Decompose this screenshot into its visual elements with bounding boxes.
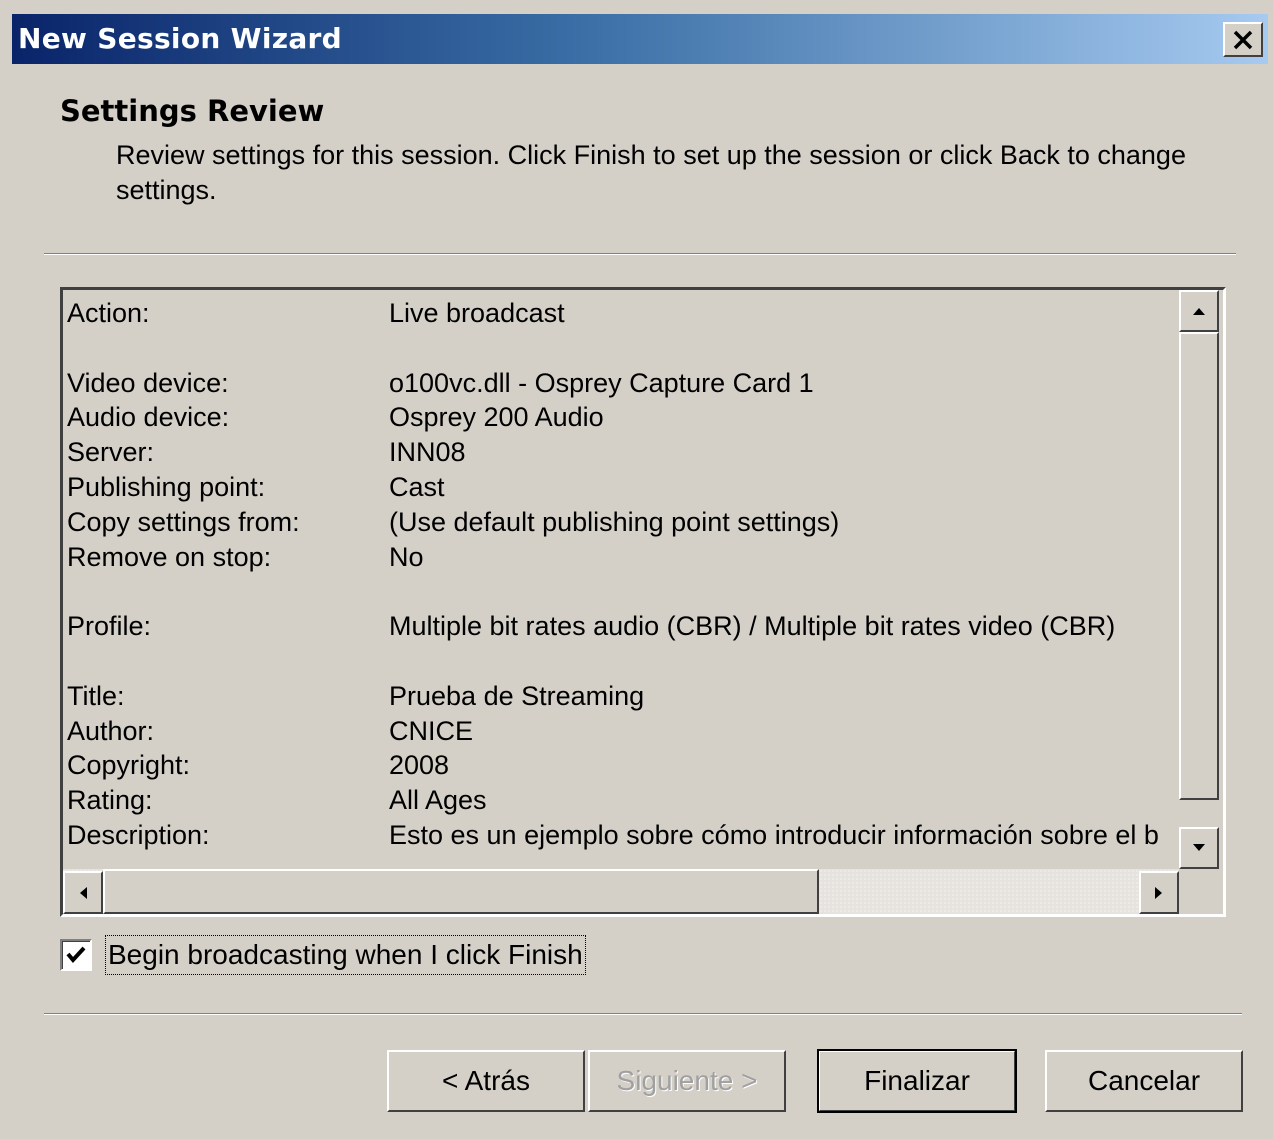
arrow-left-icon xyxy=(80,886,87,899)
setting-label: Title: xyxy=(67,680,125,711)
scrollbar-corner xyxy=(1179,869,1219,914)
window-title: New Session Wizard xyxy=(18,22,342,55)
setting-label: Action: xyxy=(67,298,150,328)
vertical-scrollbar[interactable] xyxy=(1179,290,1219,869)
horizontal-scrollbar[interactable] xyxy=(63,869,1179,914)
setting-value: INN08 xyxy=(389,437,466,468)
setting-value: Cast xyxy=(389,472,445,502)
title-bar: New Session Wizard xyxy=(12,14,1268,64)
setting-label: Remove on stop: xyxy=(67,541,272,572)
setting-value: 2008 xyxy=(389,750,450,781)
setting-label: Author: xyxy=(67,715,155,746)
close-button[interactable] xyxy=(1223,22,1263,57)
setting-value: Prueba de Streaming xyxy=(389,680,645,711)
scroll-right-button[interactable] xyxy=(1139,871,1179,914)
arrow-right-icon xyxy=(1155,886,1162,899)
vertical-scroll-thumb[interactable] xyxy=(1179,332,1219,800)
next-button[interactable]: Siguiente > xyxy=(588,1050,786,1112)
horizontal-scroll-thumb[interactable] xyxy=(103,869,819,914)
setting-label: Audio device: xyxy=(67,402,230,433)
footer-divider xyxy=(44,1013,1242,1015)
setting-label: Publishing point: xyxy=(67,472,266,502)
setting-label: Copyright: xyxy=(67,750,191,781)
page-title: Settings Review xyxy=(60,94,325,128)
cancel-button[interactable]: Cancelar xyxy=(1045,1050,1243,1112)
scroll-down-button[interactable] xyxy=(1179,827,1219,869)
arrow-up-icon xyxy=(1193,308,1205,315)
setting-value: (Use default publishing point settings) xyxy=(389,506,840,537)
setting-value: o100vc.dll - Osprey Capture Card 1 xyxy=(389,367,814,398)
setting-value: Osprey 200 Audio xyxy=(389,402,604,433)
header-divider xyxy=(44,253,1236,255)
begin-broadcasting-checkbox[interactable] xyxy=(60,939,92,971)
setting-value: No xyxy=(389,541,424,572)
settings-list-content: Action: Live broadcast Video device: o100vc… xyxy=(67,296,1177,870)
setting-value: CNICE xyxy=(389,715,474,746)
back-button[interactable]: < Atrás xyxy=(387,1050,585,1112)
setting-value: All Ages xyxy=(389,785,487,816)
scroll-up-button[interactable] xyxy=(1179,290,1219,332)
setting-value: Live broadcast xyxy=(389,298,565,328)
settings-review-list[interactable]: Action: Live broadcast Video device: o100vc… xyxy=(60,287,1226,917)
scroll-left-button[interactable] xyxy=(63,871,103,914)
page-description: Review settings for this session. Click … xyxy=(116,140,1186,205)
setting-value: Esto es un ejemplo sobre cómo introducir… xyxy=(389,820,1159,850)
setting-value: Multiple bit rates audio (CBR) / Multipl… xyxy=(389,611,1116,642)
checkmark-icon xyxy=(66,946,86,964)
setting-label: Copy settings from: xyxy=(67,506,300,537)
close-icon xyxy=(1233,30,1253,49)
setting-label: Video device: xyxy=(67,367,229,398)
setting-label: Description: xyxy=(67,820,210,850)
setting-label: Server: xyxy=(67,437,155,468)
finish-button[interactable]: Finalizar xyxy=(817,1049,1017,1113)
setting-label: Rating: xyxy=(67,785,153,816)
wizard-window: New Session Wizard Settings Review Revie… xyxy=(0,0,1273,1139)
begin-broadcasting-label[interactable]: Begin broadcasting when I click Finish xyxy=(105,935,586,975)
setting-label: Profile: xyxy=(67,611,152,642)
arrow-down-icon xyxy=(1193,844,1205,851)
